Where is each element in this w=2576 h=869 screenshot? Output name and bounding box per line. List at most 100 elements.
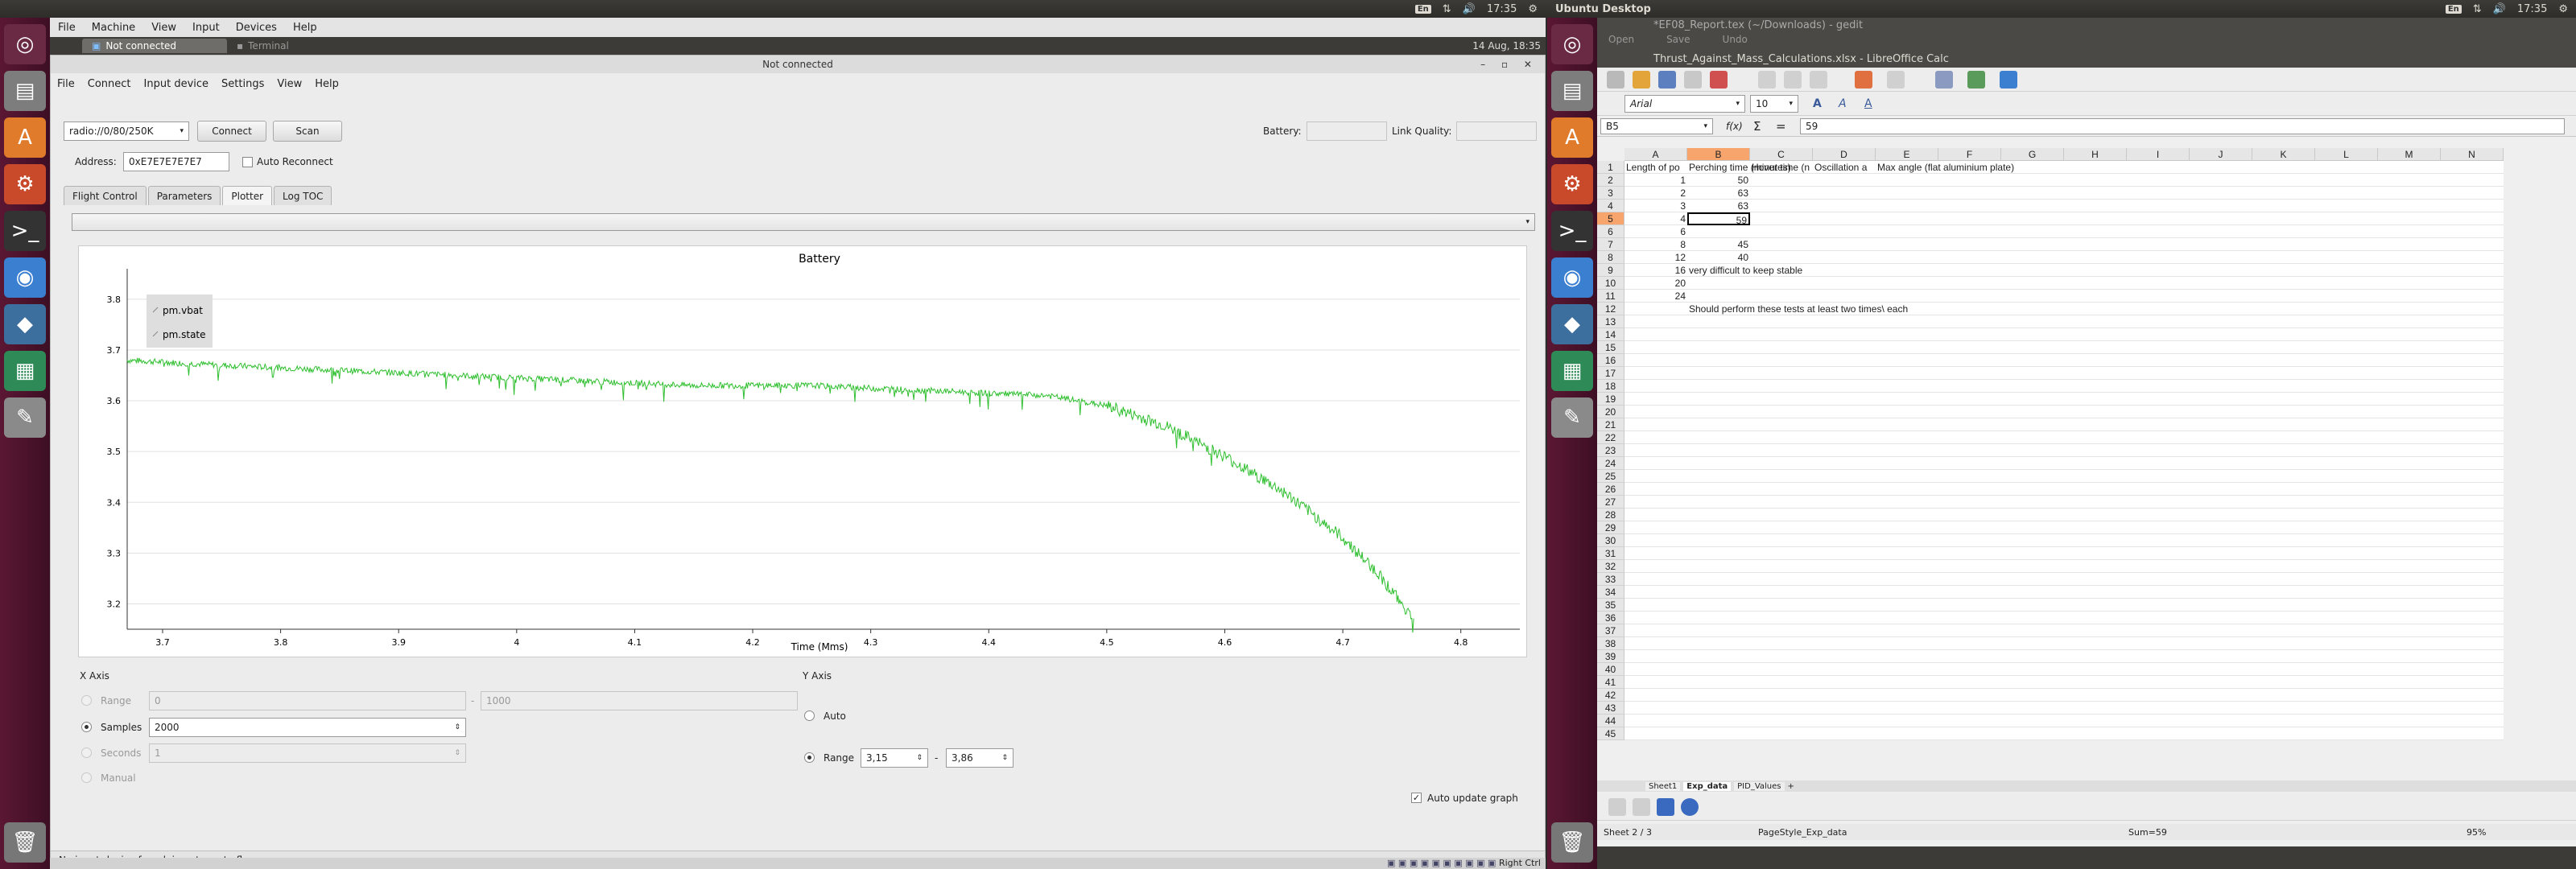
- row-header[interactable]: 10: [1597, 277, 1624, 290]
- table-cell[interactable]: 20: [1624, 277, 1687, 290]
- browser-icon[interactable]: ◉: [1551, 257, 1593, 298]
- table-cell[interactable]: Should perform these tests at least two …: [1687, 303, 2025, 315]
- tab-flight-control[interactable]: Flight Control: [64, 186, 147, 205]
- menu-file[interactable]: File: [51, 78, 81, 90]
- volume-icon[interactable]: 🔊: [2493, 3, 2506, 15]
- column-header[interactable]: A: [1624, 148, 1687, 161]
- column-header[interactable]: M: [2378, 148, 2441, 161]
- sum-icon[interactable]: Σ: [1753, 119, 1761, 134]
- table-row[interactable]: [1624, 689, 2504, 702]
- y-auto-radio[interactable]: [804, 710, 815, 721]
- row-header[interactable]: 44: [1597, 715, 1624, 727]
- table-row[interactable]: [1624, 380, 2504, 393]
- software-center-icon[interactable]: A: [1551, 117, 1593, 158]
- taskbar-tab-terminal[interactable]: ▪ Terminal: [227, 39, 372, 53]
- row-header[interactable]: 25: [1597, 470, 1624, 483]
- gedit-open-button[interactable]: Open: [1608, 34, 1634, 50]
- virtualbox-icon[interactable]: ◆: [4, 304, 46, 344]
- line-icon[interactable]: [1633, 798, 1650, 816]
- column-header[interactable]: F: [1938, 148, 2001, 161]
- table-row[interactable]: [1624, 573, 2504, 586]
- row-header[interactable]: 16: [1597, 354, 1624, 367]
- gear-icon[interactable]: ⚙: [1528, 3, 1538, 15]
- row-header[interactable]: 38: [1597, 637, 1624, 650]
- row-header[interactable]: 14: [1597, 328, 1624, 341]
- sheet-tab-sheet1[interactable]: Sheet1: [1645, 781, 1681, 791]
- samples-input[interactable]: 2000 ⇕: [149, 718, 466, 737]
- taskbar-tab-not-connected[interactable]: ▣ Not connected: [82, 39, 227, 53]
- menu-settings[interactable]: Settings: [215, 78, 270, 90]
- window-controls[interactable]: – ▫ ✕: [1480, 56, 1538, 73]
- row-header[interactable]: 42: [1597, 689, 1624, 702]
- seconds-input[interactable]: 1 ⇕: [149, 743, 466, 763]
- gedit-window[interactable]: *EF08_Report.tex (~/Downloads) - gedit O…: [1597, 18, 2576, 50]
- table-row[interactable]: [1624, 470, 2504, 483]
- row-header[interactable]: 18: [1597, 380, 1624, 393]
- table-row[interactable]: [1624, 238, 2504, 251]
- table-row[interactable]: [1624, 521, 2504, 534]
- row-header[interactable]: 28: [1597, 509, 1624, 521]
- menu-connect[interactable]: Connect: [81, 78, 138, 90]
- x-range-from[interactable]: 0: [149, 691, 466, 710]
- samples-radio[interactable]: [81, 722, 92, 732]
- table-row[interactable]: [1624, 560, 2504, 573]
- table-row[interactable]: [1624, 328, 2504, 341]
- table-row[interactable]: [1624, 624, 2504, 637]
- table-cell[interactable]: 40: [1687, 251, 1750, 264]
- open-icon[interactable]: [1633, 71, 1650, 89]
- table-cell[interactable]: 45: [1687, 238, 1750, 251]
- menu-view[interactable]: View: [270, 78, 308, 90]
- table-row[interactable]: [1624, 290, 2504, 303]
- table-cell[interactable]: 63: [1687, 187, 1750, 200]
- table-row[interactable]: [1624, 663, 2504, 676]
- table-row[interactable]: [1624, 367, 2504, 380]
- ellipse-icon[interactable]: [1681, 798, 1699, 816]
- gedit-save-button[interactable]: Save: [1666, 34, 1690, 50]
- row-header[interactable]: 39: [1597, 650, 1624, 663]
- terminal-icon[interactable]: >_: [4, 211, 46, 251]
- table-row[interactable]: [1624, 354, 2504, 367]
- table-row[interactable]: [1624, 483, 2504, 496]
- table-cell[interactable]: 3: [1624, 200, 1687, 212]
- row-header[interactable]: 2: [1597, 174, 1624, 187]
- select-icon[interactable]: [1608, 798, 1626, 816]
- table-row[interactable]: [1624, 509, 2504, 521]
- browser-icon[interactable]: ◉: [4, 257, 46, 298]
- uri-select[interactable]: radio://0/80/250K ▾: [64, 121, 189, 141]
- row-header[interactable]: 1: [1597, 161, 1624, 174]
- volume-icon[interactable]: 🔊: [1463, 3, 1476, 15]
- save-icon[interactable]: [1658, 71, 1676, 89]
- formula-input[interactable]: 59: [1800, 118, 2565, 134]
- x-range-radio[interactable]: [81, 695, 92, 706]
- column-header[interactable]: I: [2127, 148, 2190, 161]
- row-header[interactable]: 23: [1597, 444, 1624, 457]
- column-header[interactable]: K: [2252, 148, 2315, 161]
- new-icon[interactable]: [1607, 71, 1624, 89]
- sheet-tab-exp-data[interactable]: Exp_data: [1683, 781, 1732, 791]
- row-header[interactable]: 34: [1597, 586, 1624, 599]
- dash-icon[interactable]: ◎: [4, 24, 46, 64]
- row-header[interactable]: 37: [1597, 624, 1624, 637]
- row-header[interactable]: 13: [1597, 315, 1624, 328]
- software-center-icon[interactable]: A: [4, 117, 46, 158]
- row-header[interactable]: 31: [1597, 547, 1624, 560]
- row-header[interactable]: 17: [1597, 367, 1624, 380]
- cut-icon[interactable]: [1758, 71, 1776, 89]
- gedit-undo-button[interactable]: Undo: [1723, 34, 1748, 50]
- settings-icon[interactable]: ⚙: [1551, 164, 1593, 204]
- row-header[interactable]: 35: [1597, 599, 1624, 612]
- find-icon[interactable]: [1935, 71, 1953, 89]
- equals-icon[interactable]: =: [1776, 119, 1786, 134]
- table-row[interactable]: [1624, 174, 2504, 187]
- row-header[interactable]: 41: [1597, 676, 1624, 689]
- print-icon[interactable]: [1684, 71, 1702, 89]
- menu-input-device[interactable]: Input device: [138, 78, 216, 90]
- font-size-box[interactable]: 10 ▾: [1750, 95, 1798, 113]
- auto-update-checkbox[interactable]: ✓: [1411, 793, 1422, 803]
- vbox-menu-file[interactable]: File: [50, 22, 84, 34]
- trash-icon[interactable]: 🗑: [1551, 822, 1593, 863]
- table-row[interactable]: [1624, 444, 2504, 457]
- chart-icon[interactable]: [1967, 71, 1985, 89]
- column-header[interactable]: C: [1750, 148, 1813, 161]
- row-header[interactable]: 24: [1597, 457, 1624, 470]
